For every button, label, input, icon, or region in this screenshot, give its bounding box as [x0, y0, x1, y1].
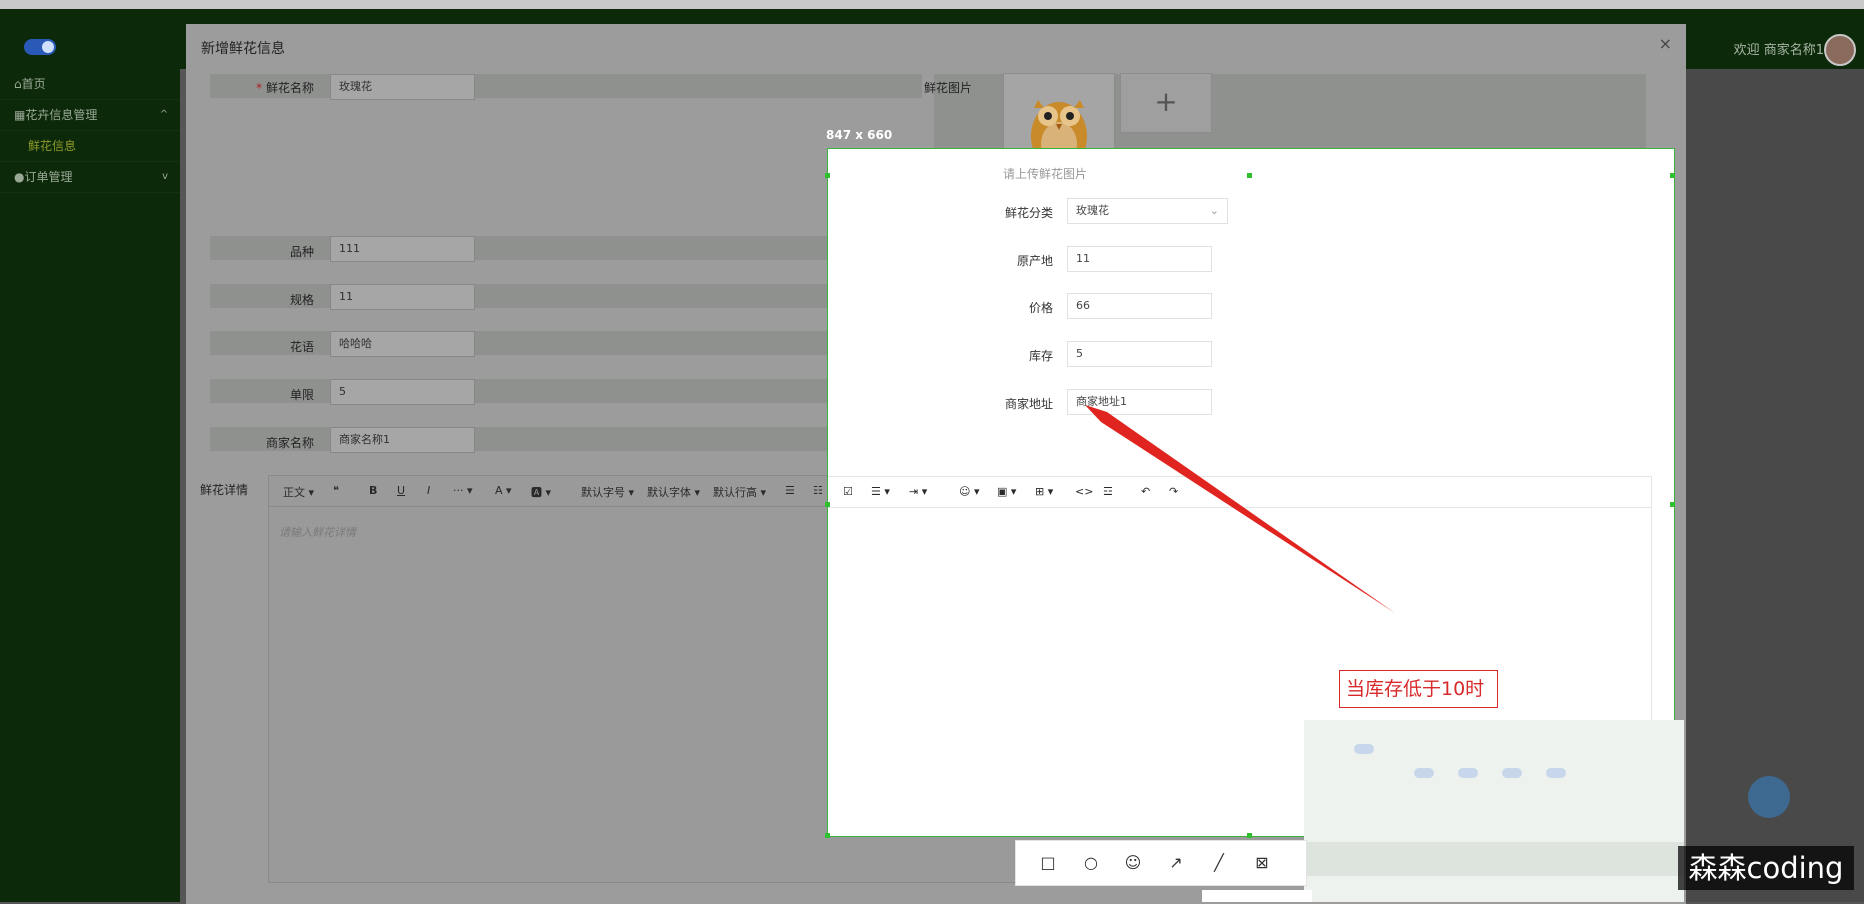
blurred-mark [1414, 768, 1434, 778]
resize-handle[interactable] [825, 833, 830, 838]
annotation-textbox[interactable]: 当库存低于10时 [1339, 670, 1498, 708]
resize-handle[interactable] [825, 502, 830, 507]
blurred-mark [1546, 768, 1566, 778]
blurred-panel [1304, 720, 1684, 902]
watermark: 森森coding [1678, 846, 1854, 890]
blurred-bar [1304, 842, 1684, 876]
arrow-icon [1085, 405, 1395, 613]
emoji-tool-icon[interactable]: ☺ [1123, 853, 1143, 873]
blurred-circle [1748, 776, 1790, 818]
line-tool-icon[interactable]: ╱ [1209, 853, 1229, 873]
ellipse-tool-icon[interactable]: ○ [1081, 853, 1101, 873]
capture-tool-bar: □ ○ ☺ ↗ ╱ ⊠ [1015, 840, 1307, 886]
rectangle-tool-icon[interactable]: □ [1038, 853, 1058, 873]
resize-handle[interactable] [1247, 173, 1252, 178]
blurred-mark [1354, 744, 1374, 754]
resize-handle[interactable] [825, 173, 830, 178]
mosaic-tool-icon[interactable]: ⊠ [1252, 853, 1272, 873]
blurred-mark [1458, 768, 1478, 778]
resize-handle[interactable] [1670, 502, 1675, 507]
blurred-chip [1202, 890, 1312, 902]
arrow-tool-icon[interactable]: ↗ [1166, 853, 1186, 873]
resize-handle[interactable] [1247, 833, 1252, 838]
blurred-mark [1502, 768, 1522, 778]
resize-handle[interactable] [1670, 173, 1675, 178]
